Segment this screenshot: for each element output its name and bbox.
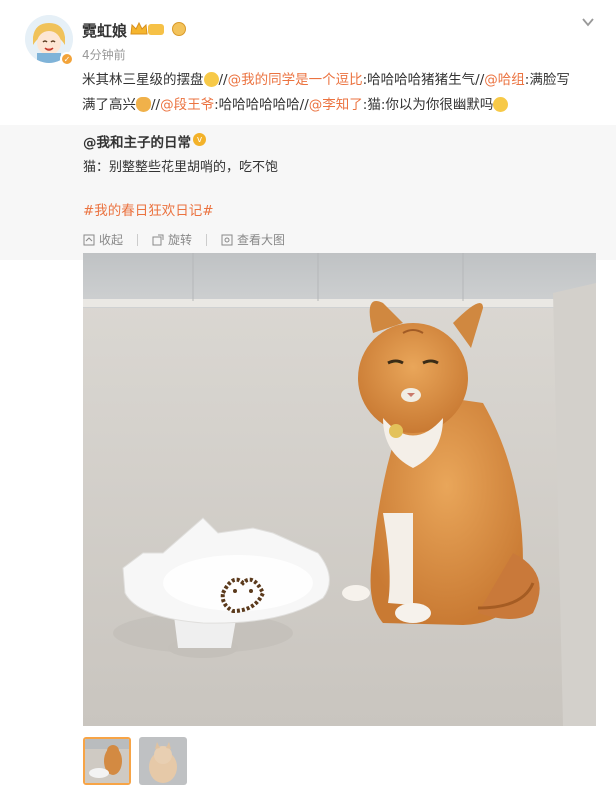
topic-link[interactable]: #我的春日狂欢日记#	[83, 199, 214, 219]
thumbnail-1[interactable]	[83, 737, 131, 785]
laugh-emoji-icon	[203, 72, 219, 87]
post-time: 4分钟前	[82, 48, 126, 62]
separator: //	[299, 97, 309, 113]
separator: //	[475, 72, 485, 88]
separator: //	[218, 72, 228, 88]
thumbnail-strip	[83, 737, 187, 785]
view-large-icon	[221, 234, 233, 245]
post-text: 米其林三星级的摆盘//@我的同学是一个逗比:哈哈哈哈猪猪生气//@哈组:满脸写满…	[82, 68, 582, 118]
collect-button[interactable]: 收起	[83, 231, 123, 248]
post-text-part: :猫:你以为你很幽默吗	[362, 97, 494, 113]
repost-card: @我和主子的日常 v 猫：别整整些花里胡哨的，吃不饱 #我的春日狂欢日记# 收起…	[0, 125, 616, 260]
main-photo[interactable]	[83, 253, 596, 726]
divider	[137, 233, 139, 246]
crown-icon	[130, 22, 148, 35]
repost-text: 猫：别整整些花里胡哨的，吃不饱	[83, 160, 279, 175]
collect-label: 收起	[99, 233, 124, 247]
image-actions: 收起 旋转 查看大图	[83, 231, 299, 248]
post-text-part: :哈哈哈哈哈哈	[214, 97, 300, 113]
mention-link[interactable]: @李知了	[309, 97, 363, 113]
post-text-part: 米其林三星级的摆盘	[82, 72, 204, 88]
post-header: ✓ 霓虹娘 4分钟前 米其林三星级的摆盘//@我的同学是一个逗比:哈哈哈哈猪猪生…	[0, 0, 616, 125]
view-large-label: 查看大图	[237, 233, 286, 247]
divider	[206, 233, 208, 246]
user-badge-icon: ✓	[60, 52, 74, 66]
username[interactable]: 霓虹娘	[82, 20, 127, 41]
cat-emoji-icon	[136, 97, 151, 112]
mention-link[interactable]: @我的同学是一个逗比	[228, 72, 363, 88]
thumbnail-2[interactable]	[139, 737, 187, 785]
post-text-part: :哈哈哈哈猪猪生气	[362, 72, 476, 88]
rotate-button[interactable]: 旋转	[152, 231, 192, 248]
view-large-button[interactable]: 查看大图	[221, 231, 285, 248]
rotate-label: 旋转	[168, 233, 193, 247]
chevron-down-icon[interactable]	[580, 14, 596, 30]
rotate-icon	[152, 234, 164, 245]
vip-tag-icon	[148, 24, 164, 35]
repost-author[interactable]: @我和主子的日常	[83, 131, 191, 151]
collect-icon	[83, 234, 95, 245]
smile-emoji-icon	[493, 97, 509, 112]
mention-link[interactable]: @哈组	[484, 72, 525, 88]
verified-icon: v	[193, 133, 206, 146]
separator: //	[151, 97, 161, 113]
mention-link[interactable]: @段王爷	[160, 97, 214, 113]
fan-badge-icon	[172, 22, 186, 36]
